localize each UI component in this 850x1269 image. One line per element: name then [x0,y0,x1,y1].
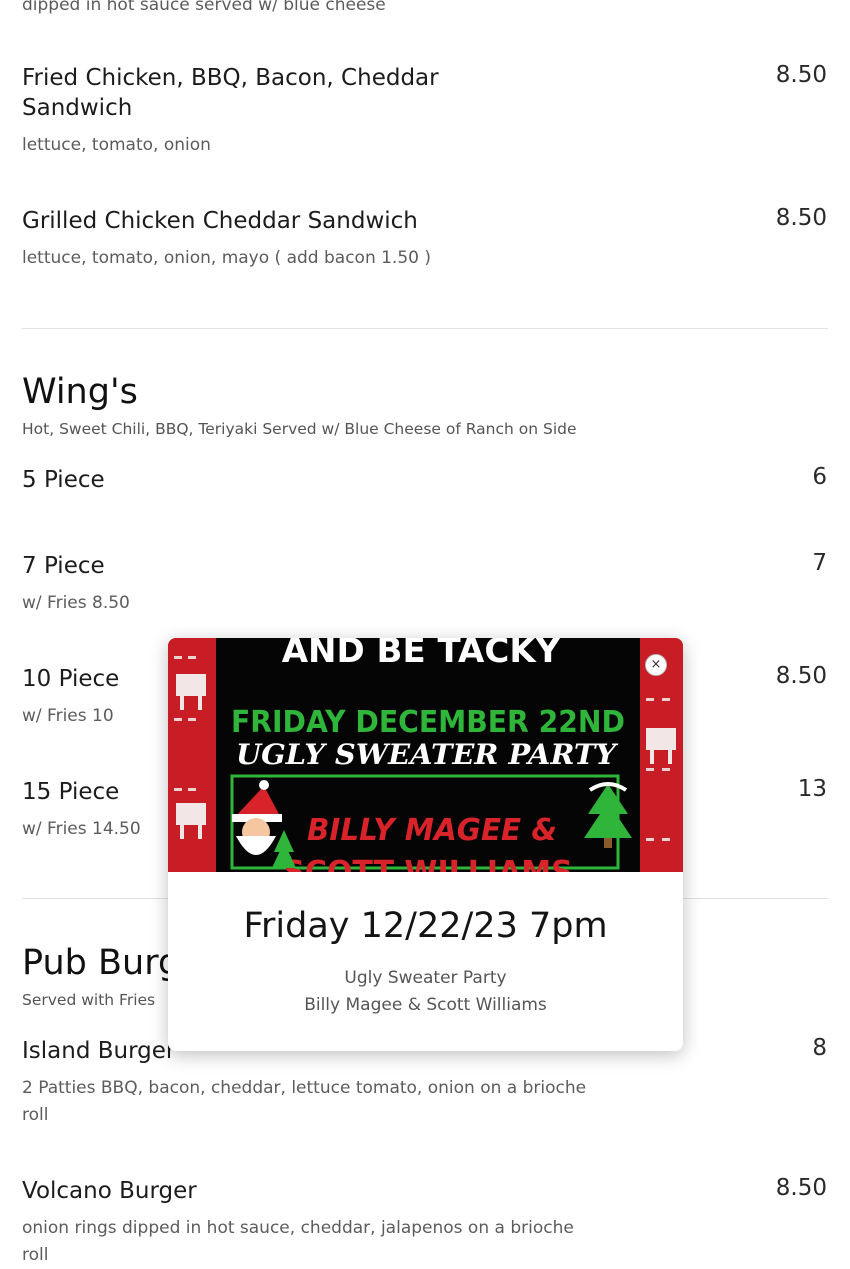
menu-item-name: 7 Piece [22,553,105,579]
section-subtitle-burgers: Served with Fries [22,991,156,1009]
menu-item-name: Volcano Burger [22,1178,197,1204]
section-divider [22,328,828,329]
poster-event-name: UGLY SWEATER PARTY [236,738,619,771]
poster-headline: AND BE TACKY [282,638,561,671]
menu-item-price: 7 [812,550,827,576]
menu-item-name: 15 Piece [22,779,120,805]
partial-item-description: dipped in hot sauce served w/ blue chees… [22,0,386,15]
menu-item-name: Fried Chicken, BBQ, Bacon, Cheddar [22,65,439,91]
menu-item-price: 8.50 [775,205,827,231]
event-description-line2: Billy Magee & Scott Williams [304,995,547,1015]
menu-item-name: Grilled Chicken Cheddar Sandwich [22,208,418,234]
event-poster-image[interactable]: AND BE TACKY FRIDAY DECEMBER 22ND UGLY S… [168,638,683,872]
menu-item-description: lettuce, tomato, onion, mayo ( add bacon… [22,248,432,268]
section-subtitle-wings: Hot, Sweet Chili, BBQ, Teriyaki Served w… [22,420,577,438]
menu-item-price: 13 [797,776,827,802]
menu-item-description: lettuce, tomato, onion [22,135,211,155]
menu-item-name-continued: Sandwich [22,95,133,121]
menu-item-price: 8.50 [775,663,827,689]
poster-artist-line2: SCOTT WILLIAMS [283,855,573,872]
menu-item-description: onion rings dipped in hot sauce, cheddar… [22,1218,574,1238]
poster-artist-line1: BILLY MAGEE & [307,813,557,848]
poster-date: FRIDAY DECEMBER 22ND [231,705,625,740]
menu-item-description-continued: roll [22,1105,49,1125]
event-title: Friday 12/22/23 7pm [243,906,608,946]
menu-item-description: 2 Patties BBQ, bacon, cheddar, lettuce t… [22,1078,587,1098]
menu-item-name: 5 Piece [22,467,105,493]
close-button[interactable]: × [645,654,667,676]
menu-item-price: 8.50 [775,1175,827,1201]
menu-item-price: 6 [812,464,827,490]
section-title-wings: Wing's [22,372,138,412]
menu-item-name: Island Burger [22,1038,176,1064]
menu-item-description: w/ Fries 10 [22,706,114,726]
menu-item-description: w/ Fries 14.50 [22,819,141,839]
menu-item-price: 8 [812,1035,827,1061]
event-popup[interactable]: AND BE TACKY FRIDAY DECEMBER 22ND UGLY S… [168,638,683,1051]
menu-item-name: 10 Piece [22,666,120,692]
menu-item-description-continued: roll [22,1245,49,1265]
menu-page: dipped in hot sauce served w/ blue chees… [0,0,850,1265]
event-description-line1: Ugly Sweater Party [344,968,507,988]
menu-item-description: w/ Fries 8.50 [22,593,130,613]
menu-item-price: 8.50 [775,62,827,88]
